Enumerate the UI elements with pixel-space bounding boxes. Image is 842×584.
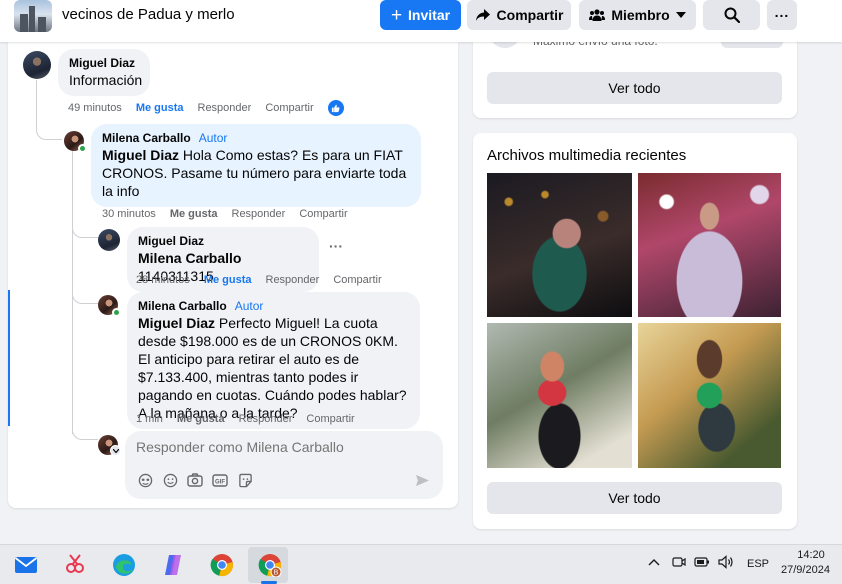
plus-icon: + bbox=[390, 4, 403, 26]
battery-icon[interactable] bbox=[694, 556, 710, 571]
comment-actions: 49 minutos Me gusta Responder Compartir bbox=[68, 100, 344, 116]
focus-indicator bbox=[8, 290, 10, 426]
more-dots-icon: ... bbox=[774, 4, 790, 20]
share-arrow-icon bbox=[475, 8, 491, 22]
emoji-icon[interactable] bbox=[162, 472, 178, 488]
comment-text: Miguel Diaz Hola Como estas? Es para un … bbox=[102, 147, 407, 199]
edge-browser-icon[interactable] bbox=[112, 553, 136, 577]
author-badge: Autor bbox=[198, 131, 228, 145]
comment-actions: 1 min Me gusta Responder Compartir bbox=[136, 413, 355, 425]
section-title: Archivos multimedia recientes bbox=[487, 147, 687, 164]
members-icon bbox=[589, 8, 606, 22]
mention-link[interactable]: Milena Carballo bbox=[138, 250, 241, 266]
windows-taskbar: B ESP 14:20 27/9/2024 bbox=[0, 544, 842, 584]
comment-author[interactable]: Milena Carballo bbox=[102, 130, 191, 146]
comment-time[interactable]: 28 minutos bbox=[136, 274, 190, 286]
reply-button[interactable]: Responder bbox=[266, 274, 320, 286]
reply-button[interactable]: Responder bbox=[239, 413, 293, 425]
comment-thread-card: Miguel Diaz Información 49 minutos Me gu… bbox=[8, 42, 458, 508]
account-switch-chevron-icon[interactable] bbox=[110, 445, 121, 456]
send-icon[interactable] bbox=[415, 474, 430, 492]
comment-author[interactable]: Miguel Diaz bbox=[69, 55, 135, 71]
comment-text: Miguel Diaz Perfecto Miguel! La cuota de… bbox=[138, 315, 407, 421]
mention-link[interactable]: Miguel Diaz bbox=[102, 147, 179, 163]
chrome-profile-icon[interactable]: B bbox=[258, 553, 282, 578]
svg-text:B: B bbox=[274, 570, 279, 577]
group-header-bar: vecinos de Padua y merlo + Invitar Compa… bbox=[0, 0, 842, 42]
svg-text:GIF: GIF bbox=[215, 479, 225, 485]
reply-input[interactable] bbox=[136, 439, 426, 455]
like-button[interactable]: Me gusta bbox=[204, 274, 252, 286]
meet-now-icon[interactable] bbox=[672, 555, 686, 572]
share-button[interactable]: Compartir bbox=[467, 0, 571, 30]
comment-time[interactable]: 30 minutos bbox=[102, 208, 156, 220]
share-link[interactable]: Compartir bbox=[299, 208, 347, 220]
volume-icon[interactable] bbox=[718, 555, 734, 572]
recent-media-card: Archivos multimedia recientes Ver todo bbox=[473, 133, 797, 529]
comment-time[interactable]: 1 min bbox=[136, 413, 163, 425]
share-link[interactable]: Compartir bbox=[333, 274, 381, 286]
avatar-miguel-diaz[interactable] bbox=[98, 229, 120, 251]
invite-button[interactable]: + Invitar bbox=[380, 0, 461, 30]
like-button[interactable]: Me gusta bbox=[177, 413, 225, 425]
comment-options-icon[interactable]: ··· bbox=[329, 238, 343, 254]
media-photo-1[interactable] bbox=[487, 173, 632, 317]
snipping-tool-icon[interactable] bbox=[63, 553, 87, 577]
caret-down-icon bbox=[675, 12, 686, 18]
media-photo-4[interactable] bbox=[638, 323, 781, 468]
tray-chevron-icon[interactable] bbox=[648, 557, 660, 569]
see-all-button[interactable]: Ver todo bbox=[487, 72, 782, 104]
thread-line bbox=[36, 80, 37, 112]
comment-bubble: Milena Carballo Autor Miguel Diaz Perfect… bbox=[127, 292, 420, 429]
mail-app-icon[interactable] bbox=[14, 553, 38, 577]
camera-icon[interactable] bbox=[187, 472, 203, 488]
like-button[interactable]: Me gusta bbox=[136, 102, 184, 114]
reply-button[interactable]: Responder bbox=[232, 208, 286, 220]
member-dropdown-button[interactable]: Miembro bbox=[579, 0, 696, 30]
reply-button[interactable]: Responder bbox=[198, 102, 252, 114]
like-reaction-icon[interactable] bbox=[327, 100, 344, 116]
input-language[interactable]: ESP bbox=[747, 558, 769, 570]
thread-connector bbox=[36, 112, 62, 140]
system-clock[interactable]: 14:20 27/9/2024 bbox=[781, 549, 830, 576]
share-link[interactable]: Compartir bbox=[306, 413, 354, 425]
media-photo-2[interactable] bbox=[638, 173, 781, 317]
avatar-sticker-icon[interactable] bbox=[137, 472, 153, 488]
clock-time: 14:20 bbox=[797, 549, 825, 561]
mention-link[interactable]: Miguel Diaz bbox=[138, 315, 215, 331]
group-name[interactable]: vecinos de Padua y merlo bbox=[62, 6, 235, 23]
reply-composer: GIF bbox=[125, 431, 443, 499]
comment-bubble: Miguel Diaz Información bbox=[58, 49, 150, 96]
copilot-icon[interactable] bbox=[161, 553, 185, 577]
comment-time[interactable]: 49 minutos bbox=[68, 102, 122, 114]
thread-connector bbox=[72, 422, 98, 440]
comment-actions: 30 minutos Me gusta Responder Compartir bbox=[102, 208, 348, 220]
comment-bubble: Milena Carballo Autor Miguel Diaz Hola Co… bbox=[91, 124, 421, 207]
comment-text: Información bbox=[69, 72, 143, 88]
thread-connector bbox=[72, 284, 98, 304]
like-button[interactable]: Me gusta bbox=[170, 208, 218, 220]
media-photo-3[interactable] bbox=[487, 323, 632, 468]
gif-icon[interactable]: GIF bbox=[212, 472, 228, 488]
see-all-button[interactable]: Ver todo bbox=[487, 482, 782, 514]
comment-author[interactable]: Miguel Diaz bbox=[138, 233, 204, 249]
search-icon bbox=[724, 7, 740, 23]
comment-author[interactable]: Milena Carballo bbox=[138, 298, 227, 314]
thread-connector bbox=[72, 218, 98, 238]
author-badge: Autor bbox=[234, 299, 264, 313]
online-status-dot bbox=[112, 308, 121, 317]
avatar-miguel-diaz[interactable] bbox=[23, 51, 51, 79]
group-cover-thumbnail[interactable] bbox=[14, 0, 52, 32]
clock-date: 27/9/2024 bbox=[781, 564, 830, 576]
online-status-dot bbox=[78, 144, 87, 153]
more-options-button[interactable]: ... bbox=[767, 0, 797, 30]
comment-actions: 28 minutos Me gusta Responder Compartir bbox=[136, 274, 382, 286]
search-button[interactable] bbox=[703, 0, 760, 30]
share-link[interactable]: Compartir bbox=[265, 102, 313, 114]
chrome-icon[interactable] bbox=[210, 553, 234, 577]
sticker-icon[interactable] bbox=[237, 472, 253, 488]
